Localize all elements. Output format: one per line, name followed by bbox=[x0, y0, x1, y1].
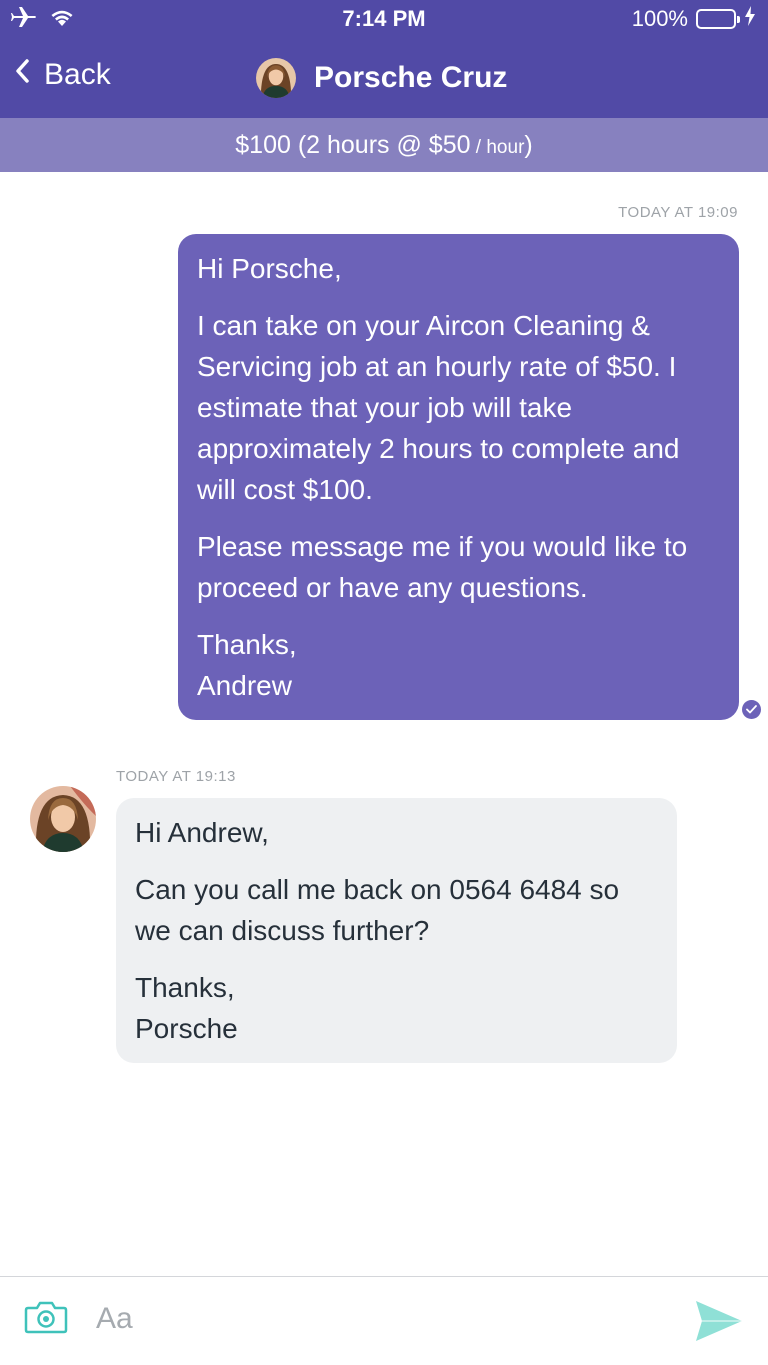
contact-header[interactable]: Porsche Cruz bbox=[256, 58, 507, 98]
price-summary-bar: $100 (2 hours @ $50 / hour) bbox=[0, 118, 768, 172]
back-label: Back bbox=[44, 58, 111, 91]
battery-icon bbox=[696, 9, 740, 29]
price-close: ) bbox=[524, 131, 533, 159]
message-paragraph: Thanks, Porsche bbox=[135, 972, 238, 1044]
contact-name: Porsche Cruz bbox=[314, 61, 508, 94]
message-input[interactable] bbox=[96, 1297, 676, 1341]
message-composer bbox=[0, 1276, 768, 1365]
outgoing-message-bubble[interactable]: Hi Porsche, I can take on your Aircon Cl… bbox=[178, 234, 739, 720]
send-icon[interactable] bbox=[694, 1299, 744, 1348]
nav-bar: Back Porsche Cruz bbox=[0, 38, 768, 118]
read-receipt-icon bbox=[742, 700, 761, 719]
status-right: 100% bbox=[632, 6, 756, 32]
message-paragraph: Can you call me back on 0564 6484 so we … bbox=[135, 874, 620, 946]
back-button[interactable]: Back bbox=[14, 58, 111, 92]
battery-percent: 100% bbox=[631, 6, 688, 31]
chevron-left-icon bbox=[14, 58, 30, 92]
price-unit: / hour bbox=[470, 137, 525, 158]
message-paragraph: Hi Porsche, bbox=[197, 253, 342, 284]
status-bar: 7:14 PM 100% bbox=[0, 0, 768, 38]
camera-icon[interactable] bbox=[24, 1299, 68, 1340]
message-paragraph: I can take on your Aircon Cleaning & Ser… bbox=[197, 310, 680, 505]
price-summary: $100 (2 hours @ $50 bbox=[235, 131, 471, 159]
message-timestamp: TODAY AT 19:13 bbox=[116, 768, 236, 785]
message-timestamp: TODAY AT 19:09 bbox=[618, 204, 738, 221]
message-paragraph: Please message me if you would like to p… bbox=[197, 531, 688, 603]
sender-avatar[interactable] bbox=[30, 786, 96, 852]
charging-bolt-icon bbox=[744, 6, 756, 32]
message-paragraph: Thanks, Andrew bbox=[197, 629, 297, 701]
contact-avatar[interactable] bbox=[256, 58, 296, 98]
message-paragraph: Hi Andrew, bbox=[135, 817, 269, 848]
incoming-message-bubble[interactable]: Hi Andrew, Can you call me back on 0564 … bbox=[116, 798, 677, 1063]
